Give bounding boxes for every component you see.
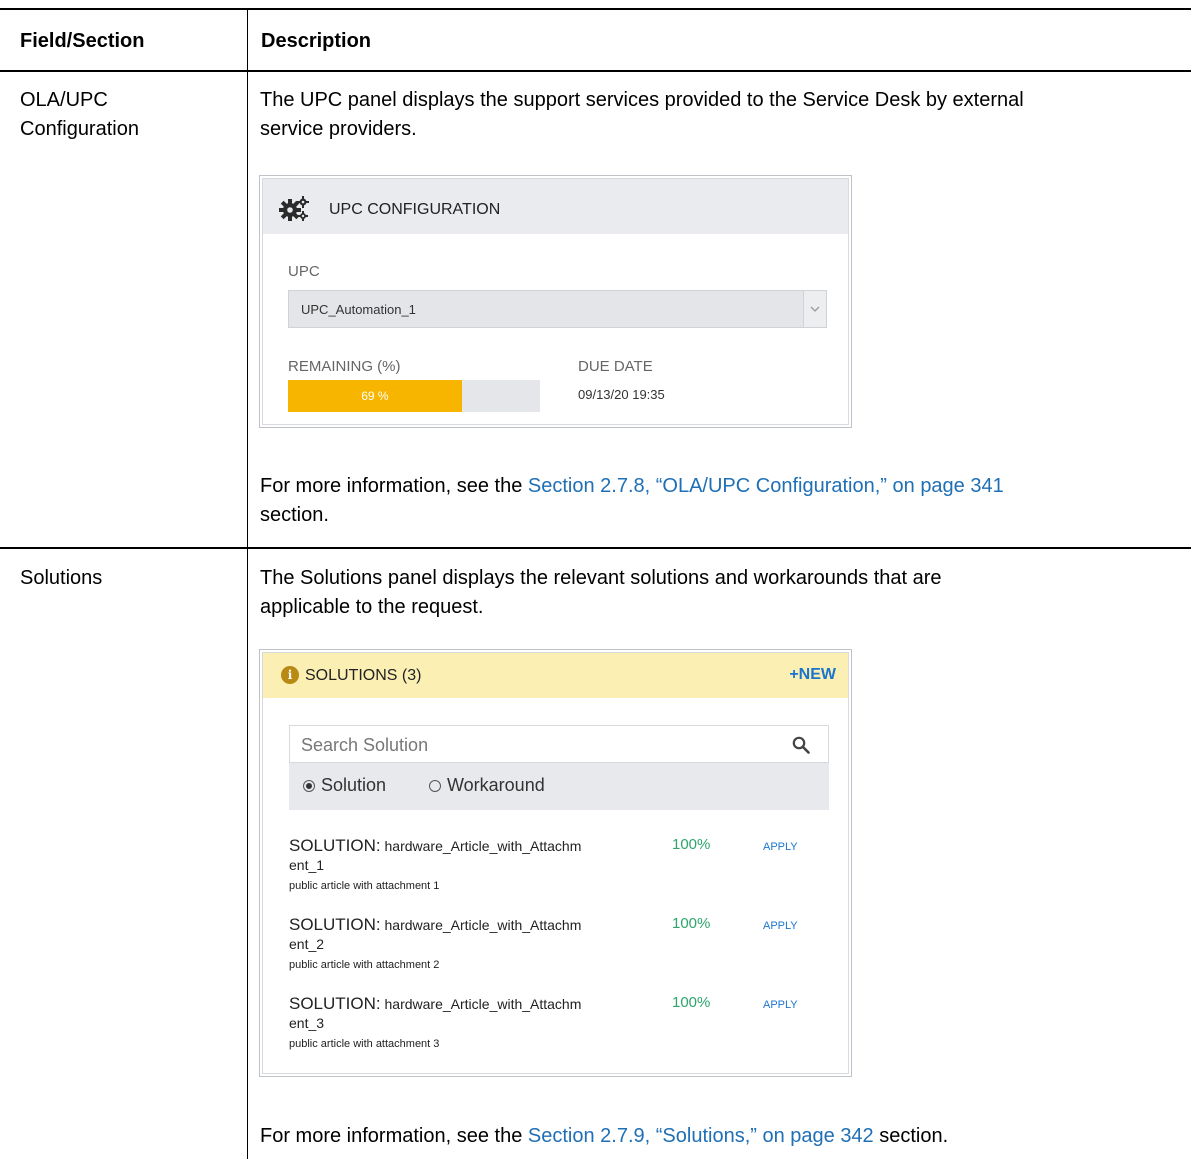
solution-match-percent: 100% (672, 836, 711, 853)
solutions-panel-title: SOLUTIONS (3) (305, 667, 422, 684)
intro-line: The UPC panel displays the support servi… (260, 89, 1024, 111)
upc-label: UPC (288, 263, 320, 280)
solution-item[interactable]: SOLUTION: hardware_Article_with_Attachm … (289, 836, 829, 912)
radio-solution[interactable]: Solution (303, 775, 386, 796)
solution-name: hardware_Article_with_Attachm (380, 838, 582, 854)
apply-button[interactable]: APPLY (763, 920, 798, 932)
header-field-section: Field/Section (20, 30, 145, 52)
section-link-upc[interactable]: Section 2.7.8, “OLA/UPC Configuration,” … (528, 475, 1004, 497)
solution-item[interactable]: SOLUTION: hardware_Article_with_Attachm … (289, 994, 829, 1070)
upc-panel-title: UPC CONFIGURATION (329, 201, 501, 218)
apply-button[interactable]: APPLY (763, 841, 798, 853)
new-solution-button[interactable]: +NEW (789, 666, 836, 684)
header-bottom-border (0, 70, 1191, 72)
radio-solution-label: Solution (321, 775, 387, 795)
field-line: OLA/UPC (20, 89, 108, 111)
solutions-more-info: For more information, see the Section 2.… (260, 1122, 1175, 1151)
radio-selected-icon (303, 780, 315, 792)
solution-match-percent: 100% (672, 994, 711, 1011)
remaining-progress-bar: 69 % (288, 380, 540, 412)
column-divider (247, 9, 248, 1159)
search-placeholder: Search Solution (301, 735, 429, 755)
solution-keyword: SOLUTION: (289, 915, 381, 934)
more-info-suffix: section. (260, 504, 329, 526)
solution-name: hardware_Article_with_Attachm (380, 917, 582, 933)
solution-keyword: SOLUTION: (289, 994, 381, 1013)
solutions-intro: The Solutions panel displays the relevan… (260, 564, 1175, 622)
solution-description: public article with attachment 3 (289, 1038, 440, 1050)
solution-name-cont: ent_3 (289, 1015, 325, 1031)
solutions-panel: i SOLUTIONS (3) +NEW Search Solution Sol… (259, 649, 852, 1077)
search-area: Search Solution Solution Workaround (289, 725, 829, 810)
info-icon: i (281, 666, 299, 684)
table-top-border (0, 8, 1191, 10)
solution-name-cont: ent_2 (289, 936, 325, 952)
intro-line: The Solutions panel displays the relevan… (260, 567, 942, 589)
solution-keyword: SOLUTION: (289, 836, 381, 855)
more-info-text: For more information, see the (260, 1125, 528, 1147)
progress-text: 69 % (361, 389, 389, 403)
upc-select[interactable]: UPC_Automation_1 (288, 290, 827, 328)
solution-name-cont: ent_1 (289, 857, 325, 873)
intro-line: applicable to the request. (260, 596, 484, 618)
solutions-panel-header: i SOLUTIONS (3) +NEW (263, 653, 848, 698)
radio-workaround[interactable]: Workaround (429, 775, 545, 796)
upc-more-info: For more information, see the Section 2.… (260, 472, 1175, 530)
apply-button[interactable]: APPLY (763, 999, 798, 1011)
upc-configuration-panel: UPC CONFIGURATION UPC UPC_Automation_1 R… (259, 175, 852, 428)
solution-name: hardware_Article_with_Attachm (380, 996, 582, 1012)
section-link-solutions[interactable]: Section 2.7.9, “Solutions,” on page 342 (528, 1125, 874, 1147)
solution-match-percent: 100% (672, 915, 711, 932)
search-icon[interactable] (792, 736, 810, 754)
solution-item[interactable]: SOLUTION: hardware_Article_with_Attachm … (289, 915, 829, 991)
more-info-suffix: section. (873, 1125, 949, 1147)
search-solution-input[interactable]: Search Solution (289, 725, 829, 763)
intro-line: service providers. (260, 118, 417, 140)
upc-intro: The UPC panel displays the support servi… (260, 86, 1175, 144)
solution-description: public article with attachment 2 (289, 959, 440, 971)
field-line: Configuration (20, 118, 139, 140)
due-date-value: 09/13/20 19:35 (578, 387, 665, 402)
field-solutions: Solutions (20, 567, 103, 589)
upc-panel-header: UPC CONFIGURATION (263, 179, 848, 234)
plus-icon: + (789, 666, 799, 683)
row-divider (0, 547, 1191, 549)
due-date-label: DUE DATE (578, 358, 653, 375)
header-description: Description (261, 30, 372, 52)
upc-select-value: UPC_Automation_1 (301, 302, 416, 317)
new-label: NEW (798, 666, 836, 683)
more-info-text: For more information, see the (260, 475, 528, 497)
radio-workaround-label: Workaround (447, 775, 545, 795)
field-ola-upc: OLA/UPC Configuration (20, 86, 139, 144)
remaining-label: REMAINING (%) (288, 358, 401, 375)
solution-description: public article with attachment 1 (289, 880, 440, 892)
gears-icon (279, 196, 309, 221)
radio-unselected-icon (429, 780, 441, 792)
chevron-down-icon[interactable] (803, 291, 826, 327)
